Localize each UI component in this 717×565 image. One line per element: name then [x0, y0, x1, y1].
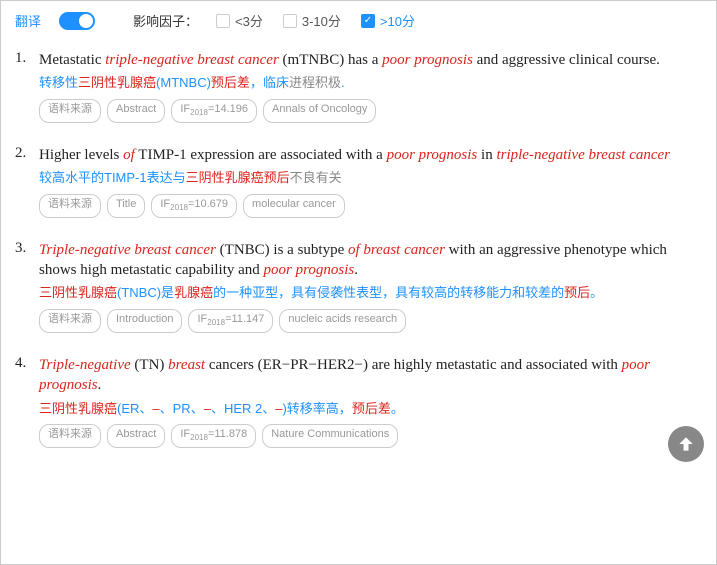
tag-section[interactable]: Abstract	[107, 424, 165, 448]
english-sentence: Triple-negative breast cancer (TNBC) is …	[39, 240, 702, 281]
english-sentence: Triple-negative (TN) breast cancers (ER−…	[39, 355, 702, 396]
translate-toggle[interactable]	[59, 12, 95, 30]
tag-row: 语料来源 Introduction IF2018=11.147 nucleic …	[39, 309, 702, 333]
filter-gt10[interactable]: ✓ >10分	[361, 11, 415, 30]
toolbar: 翻译 影响因子： <3分 3-10分 ✓ >10分	[1, 1, 716, 40]
results-list: 1. Metastatic triple-negative breast can…	[1, 40, 716, 448]
result-item: 3. Triple-negative breast cancer (TNBC) …	[15, 240, 702, 333]
tag-row: 语料来源 Abstract IF2018=14.196 Annals of On…	[39, 99, 702, 123]
tag-row: 语料来源 Title IF2018=10.679 molecular cance…	[39, 194, 702, 218]
item-number: 3.	[15, 240, 39, 333]
result-item: 1. Metastatic triple-negative breast can…	[15, 50, 702, 123]
tag-section[interactable]: Title	[107, 194, 145, 218]
filter-label: >10分	[380, 11, 415, 30]
chinese-translation: 转移性三阴性乳腺癌(MTNBC)预后差，临床进程积极.	[39, 73, 702, 93]
filter-label: 3-10分	[302, 11, 341, 30]
tag-journal[interactable]: Nature Communications	[262, 424, 398, 448]
result-item: 4. Triple-negative (TN) breast cancers (…	[15, 355, 702, 448]
tag-journal[interactable]: nucleic acids research	[279, 309, 406, 333]
tag-source[interactable]: 语料来源	[39, 194, 101, 218]
item-number: 2.	[15, 145, 39, 218]
filter-label: <3分	[235, 11, 263, 30]
tag-source[interactable]: 语料来源	[39, 424, 101, 448]
tag-section[interactable]: Abstract	[107, 99, 165, 123]
chinese-translation: 三阴性乳腺癌(ER、–、PR、–、HER 2、–)转移率高，预后差。	[39, 399, 702, 419]
english-sentence: Higher levels of TIMP-1 expression are a…	[39, 145, 702, 165]
tag-source[interactable]: 语料来源	[39, 309, 101, 333]
checkbox-icon	[283, 14, 297, 28]
checkbox-icon	[216, 14, 230, 28]
filter-lt3[interactable]: <3分	[216, 11, 263, 30]
scroll-to-top-button[interactable]	[668, 426, 704, 462]
checkbox-icon: ✓	[361, 14, 375, 28]
tag-journal[interactable]: molecular cancer	[243, 194, 345, 218]
result-item: 2. Higher levels of TIMP-1 expression ar…	[15, 145, 702, 218]
chinese-translation: 三阴性乳腺癌(TNBC)是乳腺癌的一种亚型，具有侵袭性表型，具有较高的转移能力和…	[39, 283, 702, 303]
filter-3to10[interactable]: 3-10分	[283, 11, 341, 30]
translate-label: 翻译	[15, 11, 41, 30]
tag-row: 语料来源 Abstract IF2018=11.878 Nature Commu…	[39, 424, 702, 448]
item-number: 1.	[15, 50, 39, 123]
tag-if[interactable]: IF2018=11.878	[171, 424, 256, 448]
chinese-translation: 较高水平的TIMP-1表达与三阴性乳腺癌预后不良有关	[39, 168, 702, 188]
impact-factor-label: 影响因子：	[133, 11, 198, 30]
tag-if[interactable]: IF2018=10.679	[151, 194, 237, 218]
english-sentence: Metastatic triple-negative breast cancer…	[39, 50, 702, 70]
item-number: 4.	[15, 355, 39, 448]
tag-if[interactable]: IF2018=11.147	[188, 309, 273, 333]
tag-if[interactable]: IF2018=14.196	[171, 99, 257, 123]
arrow-up-icon	[676, 434, 696, 454]
tag-source[interactable]: 语料来源	[39, 99, 101, 123]
impact-filter-group: <3分 3-10分 ✓ >10分	[216, 11, 415, 30]
tag-journal[interactable]: Annals of Oncology	[263, 99, 376, 123]
tag-section[interactable]: Introduction	[107, 309, 182, 333]
